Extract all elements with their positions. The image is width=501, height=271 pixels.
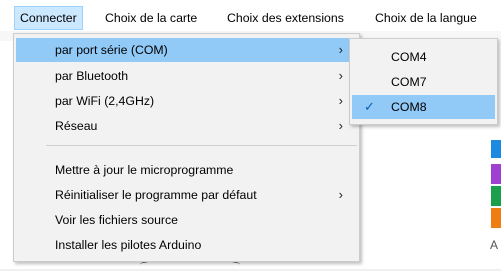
category-swatch-blue[interactable] bbox=[491, 140, 501, 158]
side-label: A bbox=[490, 238, 499, 252]
submenu-item-com7[interactable]: COM7 bbox=[352, 70, 495, 94]
menu-item-bluetooth[interactable]: par Bluetooth › bbox=[16, 64, 357, 88]
menu-choix-langue[interactable]: Choix de la langue bbox=[370, 7, 482, 29]
category-swatch-purple[interactable] bbox=[491, 164, 501, 184]
menu-separator bbox=[46, 145, 357, 146]
menu-choix-carte[interactable]: Choix de la carte bbox=[100, 7, 202, 29]
menu-bar: Connecter Choix de la carte Choix des ex… bbox=[0, 0, 501, 32]
menu-choix-extensions[interactable]: Choix des extensions bbox=[222, 7, 349, 29]
chevron-right-icon: › bbox=[338, 118, 343, 133]
menu-connecter[interactable]: Connecter bbox=[14, 6, 83, 30]
menu-item-wifi[interactable]: par WiFi (2,4GHz) › bbox=[16, 89, 357, 113]
submenu-item-com4[interactable]: COM4 bbox=[352, 45, 495, 69]
menu-item-reseau[interactable]: Réseau › bbox=[16, 114, 357, 138]
category-swatch-orange[interactable] bbox=[491, 208, 501, 228]
submenu-item-com8[interactable]: ✓ COM8 bbox=[352, 95, 495, 119]
checkmark-icon: ✓ bbox=[364, 99, 375, 114]
chevron-right-icon: › bbox=[338, 42, 343, 57]
chevron-right-icon: › bbox=[338, 93, 343, 108]
menu-item-serial[interactable]: par port série (COM) › bbox=[16, 38, 357, 62]
menu-item-update-firmware[interactable]: Mettre à jour le microprogramme bbox=[16, 158, 357, 182]
chevron-right-icon: › bbox=[338, 187, 343, 202]
com-port-submenu: COM4 COM7 ✓ COM8 bbox=[349, 38, 498, 125]
menu-item-install-drivers[interactable]: Installer les pilotes Arduino bbox=[16, 233, 357, 257]
chevron-right-icon: › bbox=[338, 68, 343, 83]
menu-item-reset-default[interactable]: Réinitialiser le programme par défaut › bbox=[16, 183, 357, 207]
category-swatch-green[interactable] bbox=[491, 186, 501, 206]
connecter-dropdown: par port série (COM) › par Bluetooth › p… bbox=[13, 33, 360, 262]
menu-item-view-source[interactable]: Voir les fichiers source bbox=[16, 208, 357, 232]
